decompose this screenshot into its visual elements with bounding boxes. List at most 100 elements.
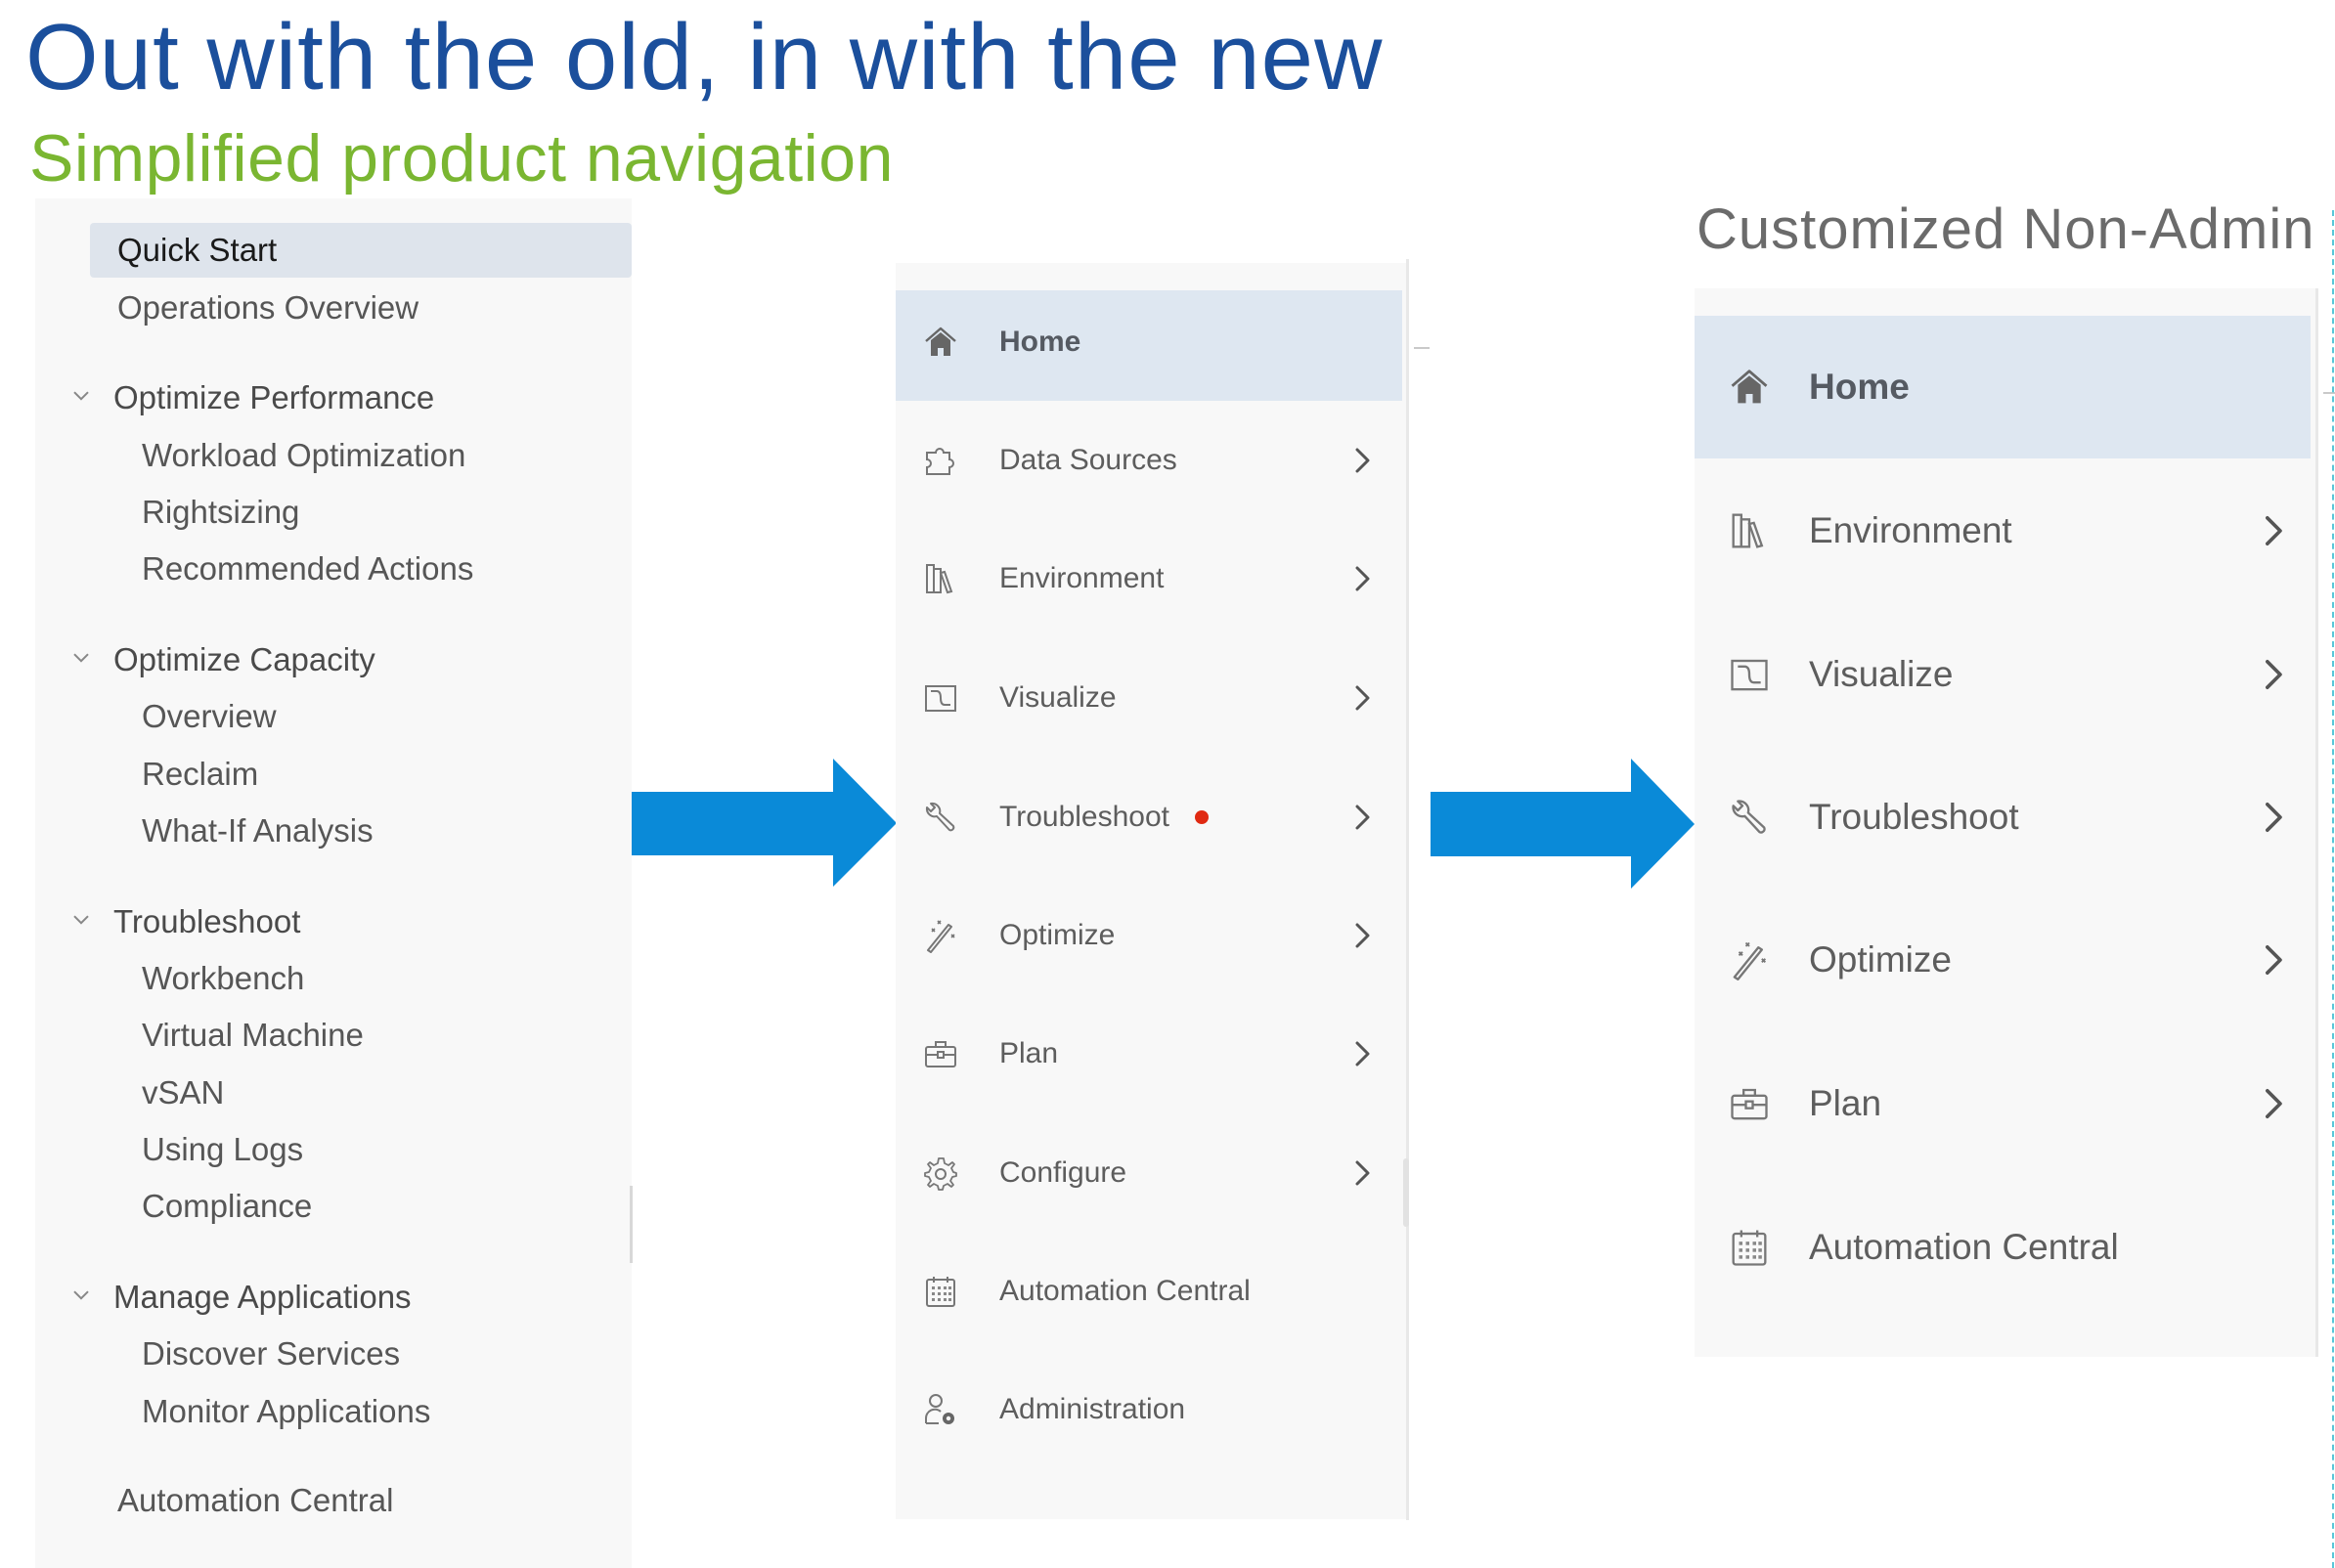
nav-item-label: Data Sources bbox=[999, 444, 1177, 476]
non-admin-nav-border bbox=[2315, 288, 2318, 1357]
gear-icon bbox=[923, 1155, 958, 1191]
nav-item-label: Administration bbox=[999, 1393, 1186, 1425]
non-admin-caption: Customized Non-Admin bbox=[1696, 197, 2315, 261]
nav-item-label: Visualize bbox=[1809, 654, 1954, 694]
new-nav-item-visualize[interactable]: Visualize bbox=[923, 669, 1383, 727]
old-nav-item-what-if-analysis[interactable]: What-If Analysis bbox=[142, 811, 374, 850]
nav-item-label: Automation Central bbox=[1809, 1227, 2119, 1267]
arrow-shape bbox=[1431, 759, 1695, 889]
nav-item-label: Home bbox=[999, 326, 1081, 358]
new-nav-item-troubleshoot[interactable]: Troubleshoot bbox=[923, 788, 1383, 847]
books-icon bbox=[923, 561, 958, 596]
toolbox-icon bbox=[923, 1036, 958, 1071]
old-nav-item-workload-optimization[interactable]: Workload Optimization bbox=[142, 436, 465, 475]
new-nav-item-optimize[interactable]: Optimize bbox=[923, 906, 1383, 965]
chevron-right-icon[interactable] bbox=[1353, 683, 1373, 713]
old-nav-item-recommended-actions[interactable]: Recommended Actions bbox=[142, 549, 473, 588]
old-nav-group-optimize-performance[interactable]: Optimize Performance bbox=[113, 378, 434, 417]
chevron-right-icon[interactable] bbox=[2263, 800, 2286, 835]
new-nav-scrollbar[interactable] bbox=[1403, 1158, 1409, 1227]
old-nav-item-reclaim[interactable]: Reclaim bbox=[142, 755, 258, 794]
chevron-right-icon[interactable] bbox=[1353, 446, 1373, 475]
chart-window-icon bbox=[1729, 654, 1770, 695]
old-nav-item-vsan[interactable]: vSAN bbox=[142, 1073, 224, 1112]
nav-item-label: Visualize bbox=[999, 681, 1117, 714]
non-admin-nav-item-visualize[interactable]: Visualize bbox=[1729, 640, 2296, 709]
nav-item-label: Plan bbox=[999, 1037, 1059, 1069]
old-nav-group-optimize-capacity[interactable]: Optimize Capacity bbox=[113, 640, 375, 679]
right-arrow-icon bbox=[1431, 759, 1695, 889]
right-arrow-icon bbox=[632, 759, 897, 887]
new-nav-item-administration[interactable]: Administration bbox=[923, 1380, 1383, 1439]
non-admin-nav-item-plan[interactable]: Plan bbox=[1729, 1069, 2296, 1138]
puzzle-icon bbox=[923, 443, 958, 478]
chevron-right-icon[interactable] bbox=[1353, 803, 1373, 832]
old-nav-item-using-logs[interactable]: Using Logs bbox=[142, 1130, 303, 1169]
nav-item-label: Optimize bbox=[999, 919, 1116, 951]
arrow-shape bbox=[632, 759, 897, 887]
new-nav-item-data-sources[interactable]: Data Sources bbox=[923, 431, 1383, 490]
nav-item-label: Troubleshoot bbox=[1809, 797, 2019, 837]
selection-guide-line bbox=[2332, 210, 2334, 1568]
old-nav-item-automation-central[interactable]: Automation Central bbox=[117, 1481, 393, 1520]
calendar-icon bbox=[1729, 1227, 1770, 1268]
nav-item-label: Environment bbox=[1809, 510, 2012, 550]
non-admin-nav-item-automation-central[interactable]: Automation Central bbox=[1729, 1213, 2296, 1282]
chevron-right-icon[interactable] bbox=[2263, 657, 2286, 692]
toolbox-icon bbox=[1729, 1083, 1770, 1124]
old-nav-item-quick-start[interactable]: Quick Start bbox=[117, 231, 277, 270]
new-nav-item-automation-central[interactable]: Automation Central bbox=[923, 1262, 1383, 1321]
calendar-icon bbox=[923, 1274, 958, 1309]
user-gear-icon bbox=[923, 1392, 958, 1427]
magic-wand-icon bbox=[1729, 939, 1770, 980]
home-icon bbox=[1729, 367, 1770, 408]
slide-title: Out with the old, in with the new bbox=[25, 5, 1384, 109]
chevron-right-icon[interactable] bbox=[2263, 513, 2286, 548]
chevron-down-icon[interactable] bbox=[72, 911, 90, 929]
chevron-down-icon[interactable] bbox=[72, 387, 90, 405]
chevron-right-icon[interactable] bbox=[1353, 1158, 1373, 1188]
chart-window-icon bbox=[923, 680, 958, 716]
chevron-right-icon[interactable] bbox=[1353, 921, 1373, 950]
chevron-right-icon[interactable] bbox=[2263, 1086, 2286, 1121]
books-icon bbox=[1729, 510, 1770, 551]
nav-item-label: Optimize bbox=[1809, 939, 1952, 980]
chevron-right-icon[interactable] bbox=[1353, 1039, 1373, 1068]
magic-wand-icon bbox=[923, 918, 958, 953]
new-nav-divider-tick bbox=[1414, 347, 1430, 349]
notification-dot bbox=[1195, 810, 1209, 824]
old-nav-item-virtual-machine[interactable]: Virtual Machine bbox=[142, 1016, 364, 1055]
non-admin-nav-item-environment[interactable]: Environment bbox=[1729, 497, 2296, 565]
new-nav-item-plan[interactable]: Plan bbox=[923, 1024, 1383, 1083]
old-nav-item-monitor-applications[interactable]: Monitor Applications bbox=[142, 1392, 430, 1431]
nav-item-label: Configure bbox=[999, 1156, 1127, 1189]
old-nav-group-manage-applications[interactable]: Manage Applications bbox=[113, 1278, 412, 1317]
old-nav-item-overview[interactable]: Overview bbox=[142, 697, 277, 736]
old-nav-group-troubleshoot[interactable]: Troubleshoot bbox=[113, 902, 300, 941]
chevron-right-icon[interactable] bbox=[2263, 942, 2286, 978]
chevron-down-icon[interactable] bbox=[72, 1286, 90, 1304]
new-nav-item-environment[interactable]: Environment bbox=[923, 549, 1383, 608]
old-nav-scrollbar[interactable] bbox=[630, 1186, 633, 1263]
non-admin-nav-item-troubleshoot[interactable]: Troubleshoot bbox=[1729, 783, 2296, 851]
wrench-icon bbox=[923, 800, 958, 835]
new-nav-item-home[interactable]: Home bbox=[923, 313, 1383, 371]
chevron-down-icon[interactable] bbox=[72, 649, 90, 667]
old-nav-item-rightsizing[interactable]: Rightsizing bbox=[142, 493, 299, 532]
wrench-icon bbox=[1729, 797, 1770, 838]
home-icon bbox=[923, 325, 958, 360]
nav-item-label: Environment bbox=[999, 562, 1165, 594]
old-nav-item-discover-services[interactable]: Discover Services bbox=[142, 1334, 400, 1373]
new-nav-item-configure[interactable]: Configure bbox=[923, 1144, 1383, 1202]
slide-subtitle: Simplified product navigation bbox=[29, 121, 894, 196]
old-nav-item-operations-overview[interactable]: Operations Overview bbox=[117, 288, 419, 327]
new-nav-border bbox=[1406, 259, 1409, 1520]
nav-item-label: Home bbox=[1809, 367, 1910, 407]
non-admin-nav-item-home[interactable]: Home bbox=[1729, 353, 2296, 421]
nav-item-label: Troubleshoot bbox=[999, 801, 1169, 833]
non-admin-nav-item-optimize[interactable]: Optimize bbox=[1729, 926, 2296, 994]
old-nav-item-compliance[interactable]: Compliance bbox=[142, 1187, 312, 1226]
chevron-right-icon[interactable] bbox=[1353, 564, 1373, 593]
old-nav-item-workbench[interactable]: Workbench bbox=[142, 959, 304, 998]
nav-item-label: Plan bbox=[1809, 1083, 1882, 1123]
